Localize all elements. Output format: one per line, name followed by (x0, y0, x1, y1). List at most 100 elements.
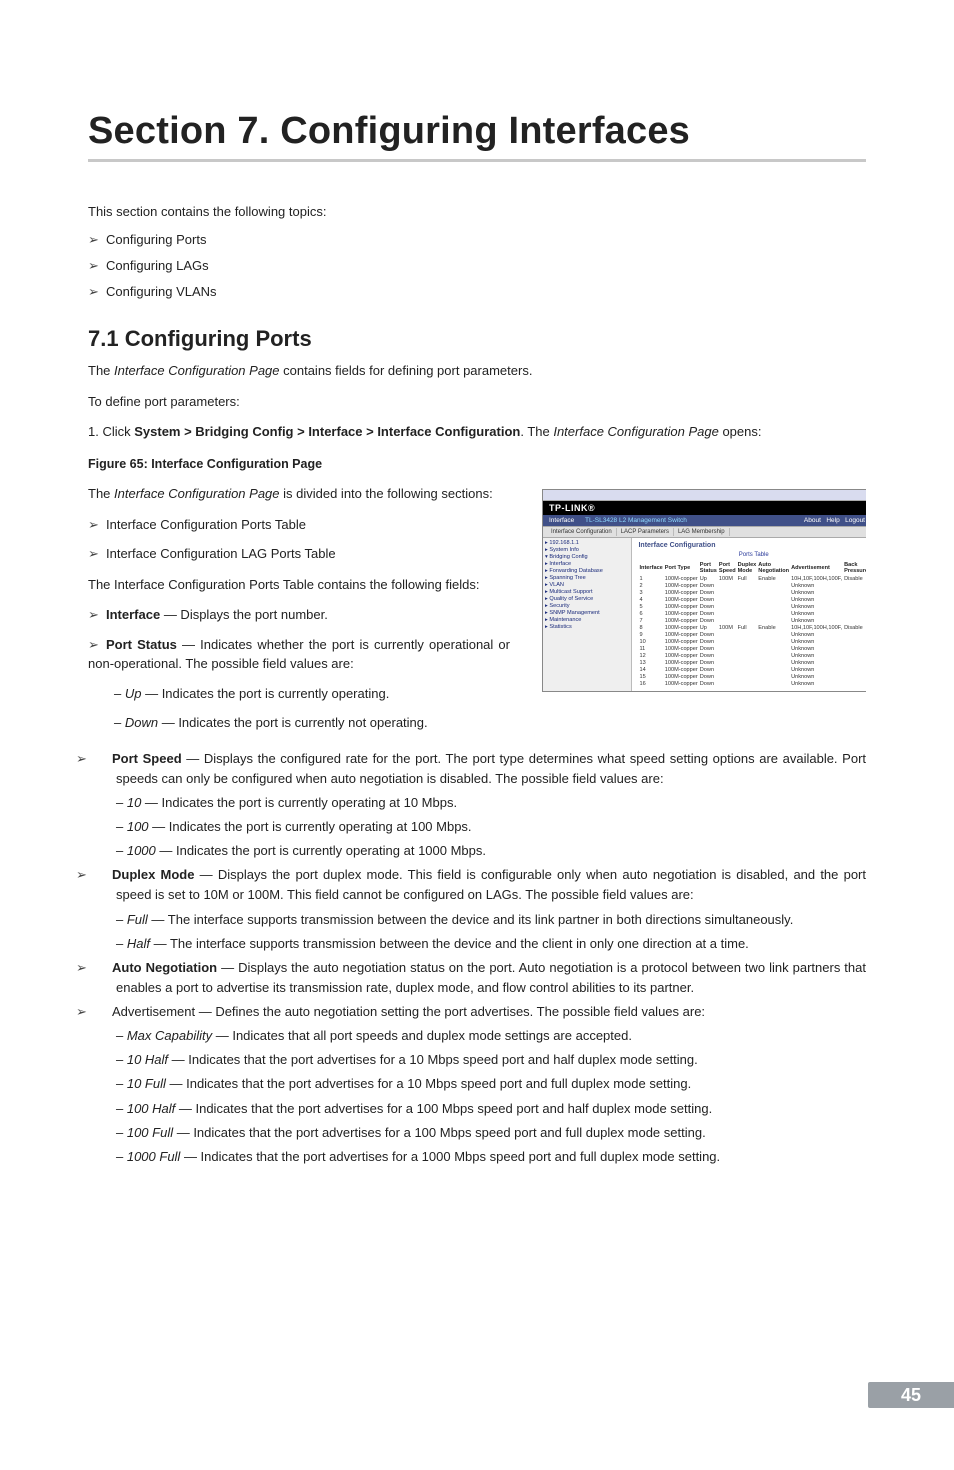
figure-table-cell: Full (737, 624, 758, 631)
figure-table-header: Interface (638, 561, 663, 575)
figure-table-cell: Unknown (790, 610, 843, 617)
figure-panel-title: Interface Configuration (638, 542, 866, 549)
field-value-desc: — Indicates the port is currently operat… (141, 795, 457, 810)
text: The (88, 486, 114, 501)
figure-table-cell: 10 (638, 638, 663, 645)
figure-table-cell (718, 589, 737, 596)
field-value: Max Capability (127, 1028, 212, 1043)
figure-table-cell (718, 659, 737, 666)
figure-table-cell: Full (737, 575, 758, 582)
figure-table-cell: 100M-copper (664, 582, 699, 589)
list-item: Interface Configuration Ports Table (106, 517, 306, 532)
field-value: 10 Full (127, 1076, 166, 1091)
figure-table-cell: 12 (638, 652, 663, 659)
figure-table-cell (757, 610, 790, 617)
field-value: 1000 (127, 843, 156, 858)
figure-ports-table-link: Ports Table (638, 552, 866, 558)
figure-table-cell (718, 596, 737, 603)
figure-table-cell: Unknown (790, 589, 843, 596)
figure-table-header: Back Pressure (843, 561, 866, 575)
figure-table-cell: 100M-copper (664, 624, 699, 631)
figure-table-cell (843, 638, 866, 645)
figure-table-cell (718, 680, 737, 687)
figure-table-cell: 13 (638, 659, 663, 666)
field-value: 100 Full (127, 1125, 173, 1140)
field-value-desc: — Indicates that the port advertises for… (168, 1052, 698, 1067)
figure-table-cell (718, 603, 737, 610)
figure-table-cell: Disable (843, 624, 866, 631)
figure-table-cell: Disable (843, 575, 866, 582)
figure-table-cell (737, 673, 758, 680)
figure-table-cell (843, 610, 866, 617)
figure-table-cell (737, 652, 758, 659)
figure-table-cell: Up (699, 575, 718, 582)
figure-table-cell (843, 680, 866, 687)
figure-screenshot: TP-LINK® Interface TL-SL3428 L2 Manageme… (542, 489, 866, 692)
figure-table-cell (757, 596, 790, 603)
field-desc: — Displays the port duplex mode. This fi… (116, 867, 866, 902)
figure-table-cell: 100M-copper (664, 652, 699, 659)
topic-label: Configuring LAGs (106, 258, 209, 273)
field-value-desc: — Indicates that the port advertises for… (175, 1101, 712, 1116)
figure-table-cell: 6 (638, 610, 663, 617)
field-value-desc: — Indicates the port is currently operat… (156, 843, 486, 858)
field-value-desc: — Indicates that the port advertises for… (180, 1149, 720, 1164)
figure-table-cell (718, 645, 737, 652)
figure-tree-item: ▸ Statistics (545, 624, 629, 631)
figure-table-cell (737, 582, 758, 589)
figure-table-cell: 15 (638, 673, 663, 680)
intro-text: This section contains the following topi… (88, 204, 866, 219)
figure-table-cell: 100M-copper (664, 659, 699, 666)
figure-table-cell: Down (699, 582, 718, 589)
text: opens: (719, 424, 762, 439)
figure-table-cell (757, 638, 790, 645)
figure-table-cell: 100M-copper (664, 638, 699, 645)
figure-table-cell: 100M-copper (664, 680, 699, 687)
list-item: Interface Configuration LAG Ports Table (106, 546, 336, 561)
figure-tree-item: ▸ System Info (545, 547, 629, 554)
field-value-desc: — Indicates that all port speeds and dup… (212, 1028, 632, 1043)
figure-tree-item: ▾ Bridging Config (545, 554, 629, 561)
figure-table-cell: Down (699, 603, 718, 610)
field-value-desc: — The interface supports transmission be… (150, 936, 749, 951)
figure-table-cell (757, 652, 790, 659)
field-label: Port Status (106, 637, 177, 652)
figure-tree-item: ▸ Quality of Service (545, 596, 629, 603)
field-value-desc: — Indicates that the port advertises for… (166, 1076, 691, 1091)
field-value: Full (127, 912, 148, 927)
figure-table-cell (718, 673, 737, 680)
figure-table-cell (718, 610, 737, 617)
topic-label: Configuring VLANs (106, 284, 217, 299)
figure-table-row: 10100M-copperDownUnknown (638, 638, 866, 645)
figure-table-cell: Down (699, 631, 718, 638)
field-value: Down (125, 715, 158, 730)
figure-table-cell (843, 617, 866, 624)
figure-top-links: About Help Logout (804, 517, 865, 524)
step-item: 1. Click System > Bridging Config > Inte… (88, 423, 866, 441)
figure-table-cell: Unknown (790, 652, 843, 659)
figure-table-cell: 2 (638, 582, 663, 589)
figure-table-cell (737, 596, 758, 603)
paragraph: The Interface Configuration Ports Table … (88, 574, 510, 595)
figure-table-cell: 14 (638, 666, 663, 673)
figure-table-cell (843, 589, 866, 596)
figure-table-cell (737, 645, 758, 652)
bullet-arrow-icon: ➢ (88, 258, 106, 274)
figure-table-cell (737, 631, 758, 638)
figure-table-cell (757, 582, 790, 589)
figure-table-cell: 3 (638, 589, 663, 596)
figure-table-cell: Down (699, 638, 718, 645)
field-value-desc: — The interface supports transmission be… (148, 912, 794, 927)
figure-table-cell (718, 617, 737, 624)
figure-table-cell (718, 582, 737, 589)
figure-table-cell (843, 652, 866, 659)
figure-table-cell: 8 (638, 624, 663, 631)
emphasis: Interface Configuration Page (553, 424, 719, 439)
text: . The (520, 424, 553, 439)
field-value-desc: — Indicates the port is currently operat… (141, 686, 389, 701)
figure-table-cell: 100M-copper (664, 603, 699, 610)
figure-subtabs: Interface ConfigurationLACP ParametersLA… (543, 526, 866, 538)
figure-nav-tree: ▸ 192.168.1.1 ▸ System Info ▾ Bridging C… (543, 538, 632, 691)
figure-tree-item: ▸ VLAN (545, 582, 629, 589)
figure-table-cell: Down (699, 589, 718, 596)
